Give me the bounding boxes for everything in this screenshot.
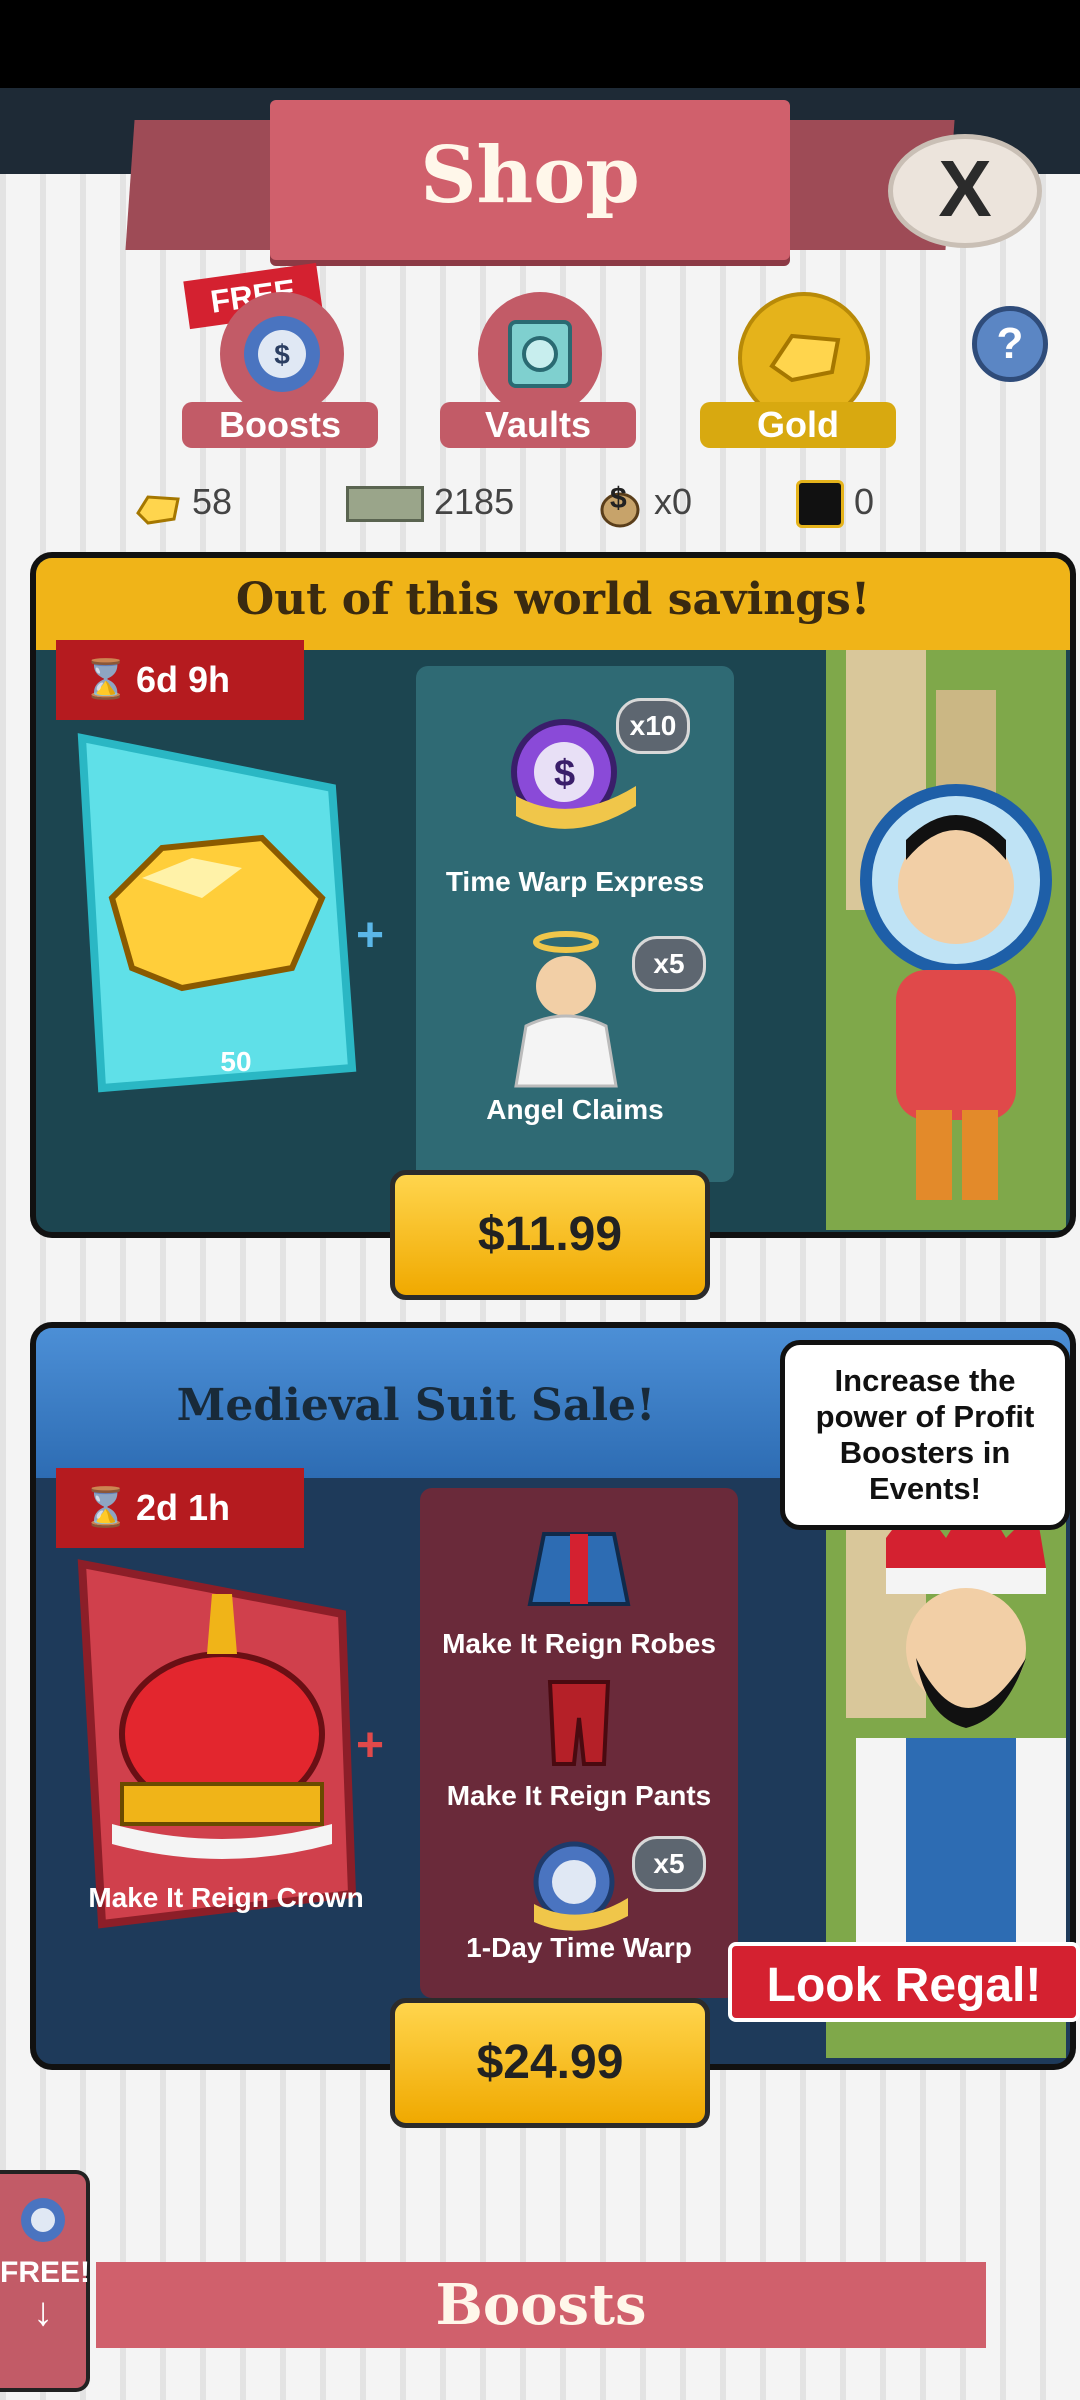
svg-text:$: $ [554,753,575,795]
currency-megabucks: 2185 [346,474,526,530]
help-button[interactable]: ? [972,306,1048,382]
close-button[interactable]: X [888,134,1042,248]
plus-icon: + [356,1719,385,1772]
main-item-name: Make It Reign Crown [88,1882,364,1913]
tab-vaults[interactable]: Vaults [440,292,636,452]
pants-icon [544,1678,614,1774]
plus-icon: + [356,909,385,962]
astronaut-character [826,650,1066,1230]
buy-offer1-button[interactable]: $11.99 [390,1170,710,1300]
tab-label: Vaults [440,402,636,448]
time-warp-1d-icon [524,1832,634,1942]
gold-icon [134,487,182,526]
free-boost-side-button[interactable]: FREE! ↓ [0,2170,90,2392]
offer-timer: ⌛ 2d 1h [56,1468,304,1548]
item-qty-badge: x10 [616,698,690,754]
side-free-label: FREE! [0,2256,90,2289]
boosts-section-title: Boosts [96,2262,986,2348]
currency-value: 58 [192,481,233,522]
vault-icon [478,292,602,416]
offer-title: Medieval Suit Sale! [176,1380,656,1431]
speech-bubble: Increase the power of Profit Boosters in… [780,1340,1070,1530]
item-name: Make It Reign Robes [442,1628,716,1659]
currency-gold: 58 [134,474,294,530]
gold-pack [72,728,372,1098]
tab-label: Gold [700,402,896,448]
crown-pack [72,1554,372,1934]
robe-icon [524,1524,634,1614]
currency-value: 0 [854,481,875,522]
tab-boosts[interactable]: $ Boosts [182,292,378,452]
page-title: Shop [420,130,640,221]
gold-amount: 50 [220,1046,252,1077]
currency-megaticket: 0 [796,474,916,530]
hourglass-icon: ⌛ [82,659,130,701]
buy-offer2-button[interactable]: $24.99 [390,1998,710,2128]
bundle-items-panel: Make It Reign Robes Make It Reign Pants … [420,1488,738,1998]
item-qty-badge: x5 [632,1836,706,1892]
down-arrow-icon: ↓ [33,2290,53,2334]
timer-text: 6d 9h [136,659,231,700]
currency-value: 2185 [434,481,515,522]
angel-icon [506,926,636,1096]
currency-money-bag: $ x0 [592,474,732,530]
bundle-items-panel: $ x10 Time Warp Express x5 Angel Claims [416,666,734,1182]
boost-bag-icon [0,2174,86,2256]
currency-value: x0 [654,481,693,522]
look-regal-badge: Look Regal! [728,1942,1080,2022]
boost-bag-icon: $ [220,292,344,416]
offer-timer: ⌛ 6d 9h [56,640,304,720]
item-name: 1-Day Time Warp [466,1932,692,1963]
status-bar [0,0,1080,88]
svg-text:$: $ [610,482,627,515]
item-name: Make It Reign Pants [446,1780,712,1811]
tab-gold[interactable]: Gold [700,292,896,452]
item-qty-badge: x5 [632,936,706,992]
item-name: Angel Claims [486,1094,664,1125]
item-name: Time Warp Express [445,866,705,897]
tab-label: Boosts [182,402,378,448]
timer-text: 2d 1h [136,1487,231,1528]
svg-text:$: $ [274,339,290,370]
hourglass-icon: ⌛ [82,1487,130,1529]
offer-card-space: Out of this world savings! ⌛ 6d 9h 50 + … [30,552,1076,1238]
money-bag-icon: $ [592,478,644,530]
offer-title: Out of this world savings! [36,558,1070,650]
megaticket-icon [796,480,844,529]
megabucks-icon [346,486,424,523]
